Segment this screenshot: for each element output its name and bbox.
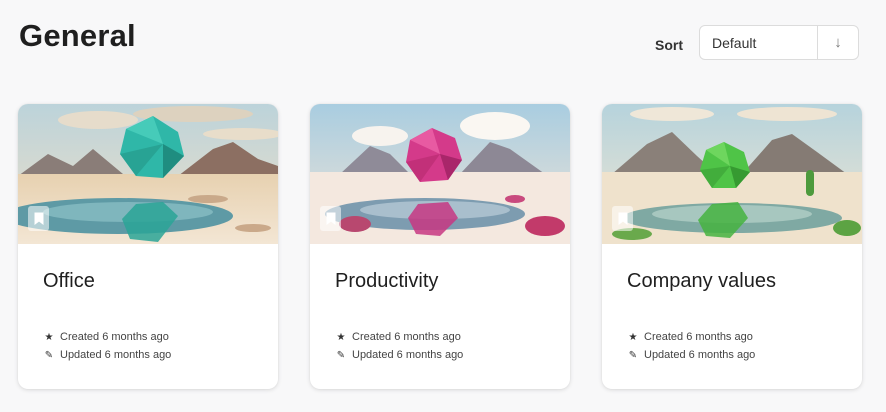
card-company-values[interactable]: Company values ★ Created 6 months ago ✎ …: [602, 104, 862, 389]
sort-direction-button[interactable]: ↓: [817, 26, 858, 59]
card-office[interactable]: Office ★ Created 6 months ago ✎ Updated …: [18, 104, 278, 389]
card-image: [602, 104, 862, 244]
updated-meta: ✎ Updated 6 months ago: [335, 349, 464, 361]
pencil-icon: ✎: [628, 349, 638, 361]
star-icon: ★: [44, 331, 54, 343]
page-title: General: [19, 18, 136, 53]
card-productivity[interactable]: Productivity ★ Created 6 months ago ✎ Up…: [310, 104, 570, 389]
bookmark-icon[interactable]: [612, 206, 633, 231]
updated-meta: ✎ Updated 6 months ago: [627, 349, 756, 361]
sort-label: Sort: [655, 37, 683, 53]
updated-text: Updated 6 months ago: [644, 349, 756, 361]
star-icon: ★: [336, 331, 346, 343]
updated-text: Updated 6 months ago: [60, 349, 172, 361]
bookmark-icon[interactable]: [28, 206, 49, 231]
created-meta: ★ Created 6 months ago: [627, 331, 753, 343]
sort-value[interactable]: Default: [700, 26, 817, 59]
arrow-down-icon: ↓: [834, 34, 842, 51]
card-title[interactable]: Productivity: [335, 270, 438, 293]
created-text: Created 6 months ago: [352, 331, 461, 343]
created-text: Created 6 months ago: [644, 331, 753, 343]
card-image: [310, 104, 570, 244]
pencil-icon: ✎: [336, 349, 346, 361]
created-meta: ★ Created 6 months ago: [43, 331, 169, 343]
updated-text: Updated 6 months ago: [352, 349, 464, 361]
created-text: Created 6 months ago: [60, 331, 169, 343]
sort-dropdown[interactable]: Default ↓: [699, 25, 859, 60]
created-meta: ★ Created 6 months ago: [335, 331, 461, 343]
card-image: [18, 104, 278, 244]
star-icon: ★: [628, 331, 638, 343]
card-title[interactable]: Office: [43, 270, 95, 293]
card-title[interactable]: Company values: [627, 270, 776, 293]
bookmark-icon[interactable]: [320, 206, 341, 231]
updated-meta: ✎ Updated 6 months ago: [43, 349, 172, 361]
pencil-icon: ✎: [44, 349, 54, 361]
